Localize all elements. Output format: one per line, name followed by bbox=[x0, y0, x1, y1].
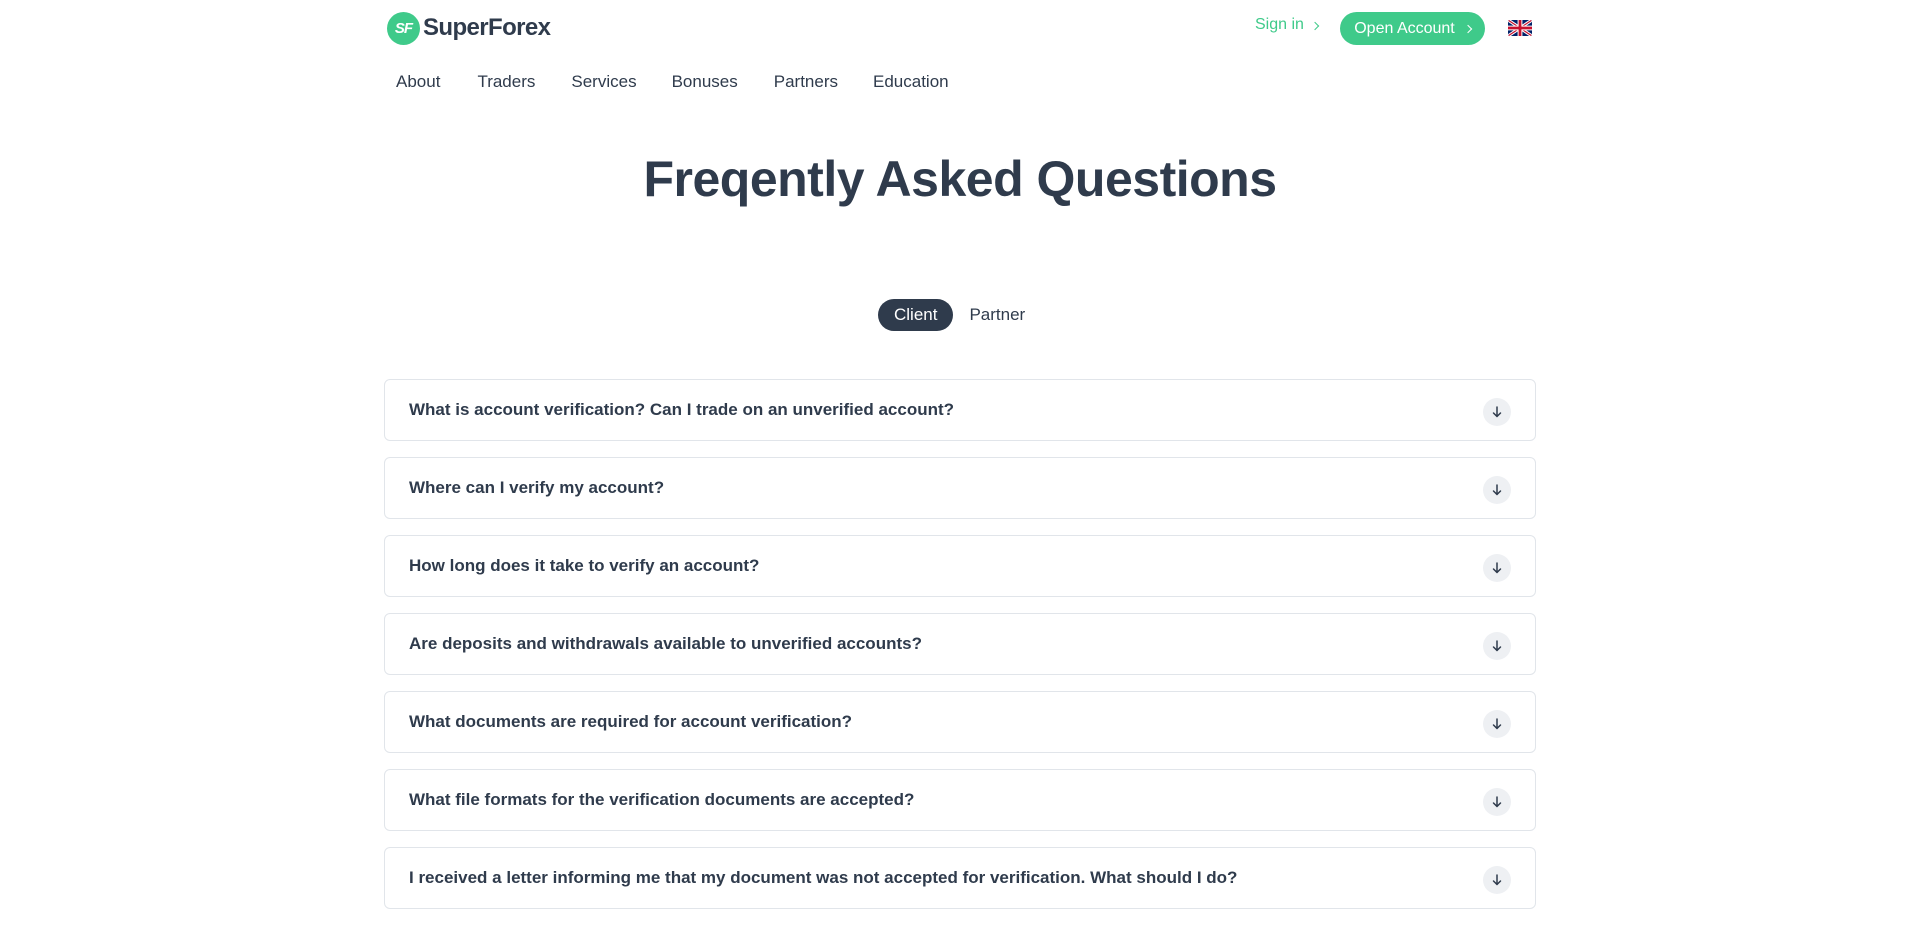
tab-partner[interactable]: Partner bbox=[953, 299, 1041, 331]
logo-text: SuperForex bbox=[423, 14, 551, 41]
nav-item-services[interactable]: Services bbox=[571, 72, 636, 92]
page: SF SuperForex Sign in Open Account About… bbox=[0, 0, 1920, 925]
faq-item[interactable]: What documents are required for account … bbox=[384, 691, 1536, 753]
superforex-logo[interactable]: SF SuperForex bbox=[387, 11, 551, 45]
faq-item[interactable]: I received a letter informing me that my… bbox=[384, 847, 1536, 909]
faq-question: What is account verification? Can I trad… bbox=[409, 400, 955, 419]
faq-tabs: Client Partner bbox=[878, 299, 1041, 331]
faq-item[interactable]: How long does it take to verify an accou… bbox=[384, 535, 1536, 597]
site-header: SF SuperForex Sign in Open Account bbox=[384, 0, 1536, 56]
nav-item-about[interactable]: About bbox=[396, 72, 440, 92]
nav-item-traders[interactable]: Traders bbox=[477, 72, 535, 92]
faq-question: What documents are required for account … bbox=[409, 712, 853, 731]
main-nav: About Traders Services Bonuses Partners … bbox=[396, 70, 949, 94]
uk-flag-icon[interactable] bbox=[1508, 20, 1532, 36]
faq-question: I received a letter informing me that my… bbox=[409, 868, 1238, 887]
faq-question: How long does it take to verify an accou… bbox=[409, 556, 760, 575]
nav-item-partners[interactable]: Partners bbox=[774, 72, 838, 92]
faq-item[interactable]: What file formats for the verification d… bbox=[384, 769, 1536, 831]
page-title: Freqently Asked Questions bbox=[643, 151, 1277, 207]
arrow-down-icon[interactable] bbox=[1483, 788, 1511, 816]
arrow-down-icon[interactable] bbox=[1483, 476, 1511, 504]
sign-in-label: Sign in bbox=[1255, 16, 1304, 33]
faq-question: What file formats for the verification d… bbox=[409, 790, 915, 809]
chevron-right-icon bbox=[1310, 21, 1320, 30]
faq-item[interactable]: Where can I verify my account? bbox=[384, 457, 1536, 519]
faq-item[interactable]: What is account verification? Can I trad… bbox=[384, 379, 1536, 441]
arrow-down-icon[interactable] bbox=[1483, 632, 1511, 660]
logo-mark-icon: SF bbox=[387, 11, 420, 45]
arrow-down-icon[interactable] bbox=[1483, 554, 1511, 582]
open-account-label: Open Account bbox=[1354, 19, 1455, 37]
faq-question: Where can I verify my account? bbox=[409, 478, 665, 497]
sign-in-link[interactable]: Sign in bbox=[1255, 16, 1320, 34]
arrow-down-icon[interactable] bbox=[1483, 710, 1511, 738]
arrow-down-icon[interactable] bbox=[1483, 866, 1511, 894]
nav-item-education[interactable]: Education bbox=[873, 72, 949, 92]
chevron-right-icon bbox=[1463, 24, 1472, 34]
open-account-button[interactable]: Open Account bbox=[1340, 12, 1485, 45]
arrow-down-icon[interactable] bbox=[1483, 398, 1511, 426]
faq-question: Are deposits and withdrawals available t… bbox=[409, 634, 922, 653]
tab-client[interactable]: Client bbox=[878, 299, 954, 331]
faq-list: What is account verification? Can I trad… bbox=[384, 379, 1536, 925]
nav-item-bonuses[interactable]: Bonuses bbox=[672, 72, 738, 92]
faq-item[interactable]: Are deposits and withdrawals available t… bbox=[384, 613, 1536, 675]
